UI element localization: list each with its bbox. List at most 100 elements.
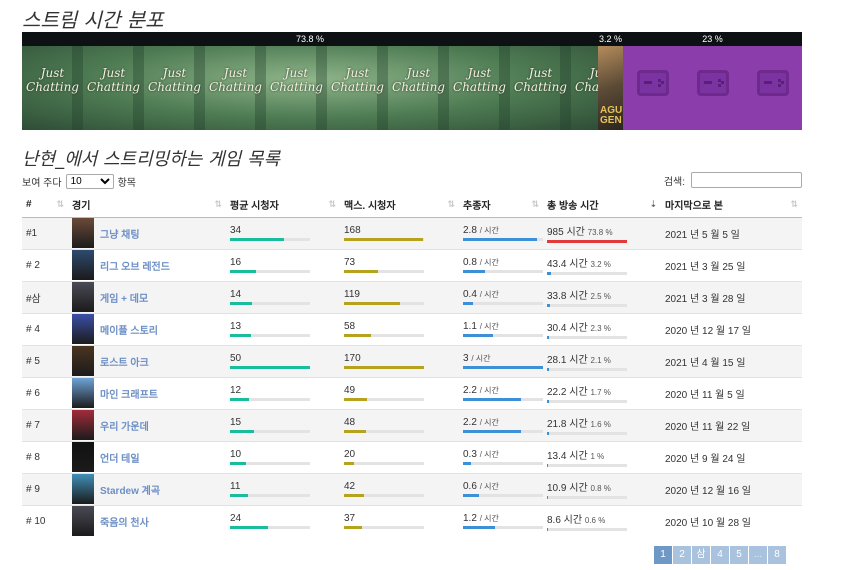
col-header-followers[interactable]: 추종자 ⇅ — [459, 193, 543, 218]
cell-value: 0.4 — [463, 289, 477, 300]
cell-value: 1.2 — [463, 513, 477, 525]
table-row: # 10 죽음의 천사 24 37 1.2 / 시간 8.6 시간 0.6 % 2020 년… — [22, 504, 802, 537]
game-link[interactable]: 우리 가운데 — [72, 410, 226, 440]
pagination-page-button[interactable]: 1 — [654, 546, 672, 564]
game-cell: 우리 가운데 — [68, 408, 226, 441]
table-row: # 5 로스트 아크 50 170 3 / 시간 28.1 시간 2.1 % 2021 년 … — [22, 344, 802, 377]
value-bar — [344, 366, 424, 369]
game-thumbnail[interactable] — [72, 346, 94, 376]
game-link[interactable]: 로스트 아크 — [72, 346, 226, 376]
value-bar — [547, 336, 627, 339]
game-cell: 메이플 스토리 — [68, 312, 226, 345]
value-bar-fill — [230, 430, 254, 433]
game-thumbnail[interactable] — [72, 410, 94, 440]
game-link[interactable]: 메이플 스토리 — [72, 314, 226, 344]
avg-viewers-cell: 16 — [226, 248, 340, 281]
game-name[interactable]: 로스트 아크 — [100, 354, 149, 369]
game-thumbnail[interactable] — [72, 506, 94, 537]
total-time-cell: 10.9 시간 0.8 % — [543, 472, 661, 505]
value-bar — [547, 400, 627, 403]
col-header-max-viewers[interactable]: 맥스. 시청자 ⇅ — [340, 193, 459, 218]
distribution-segment[interactable]: 3.2 % AGU GEN — [598, 32, 623, 130]
distribution-segment[interactable]: 23 % — [623, 32, 802, 130]
game-name[interactable]: 마인 크래프트 — [100, 386, 158, 401]
pagination-page-button[interactable]: 삼 — [692, 546, 710, 564]
game-name[interactable]: 죽음의 천사 — [100, 514, 149, 529]
game-thumbnail[interactable] — [72, 250, 94, 280]
game-thumbnail[interactable] — [72, 474, 94, 504]
game-link[interactable]: 리그 오브 레전드 — [72, 250, 226, 280]
game-link[interactable]: Stardew 계곡 — [72, 474, 226, 504]
just-chatting-tile: JustChatting — [87, 66, 140, 94]
cell-value-line: 10.9 시간 0.8 % — [547, 479, 661, 494]
col-header-game[interactable]: 경기 ⇅ — [68, 193, 226, 218]
cell-value: 24 — [230, 513, 242, 525]
distribution-segment[interactable]: 73.8 % Just Chatting Just Chatting Just Chatti… — [22, 32, 598, 130]
value-bar — [230, 398, 310, 401]
game-thumbnail[interactable] — [72, 218, 94, 248]
cell-value-line: 22.2 시간 1.7 % — [547, 383, 661, 398]
rank-cell: # 8 — [22, 440, 68, 473]
value-bar-fill — [463, 302, 474, 305]
game-thumbnail[interactable] — [72, 442, 94, 472]
game-name[interactable]: Stardew 계곡 — [100, 482, 160, 497]
pagination-page-button[interactable]: 5 — [730, 546, 748, 564]
game-name[interactable]: 리그 오브 레전드 — [100, 258, 170, 273]
cell-value-line: 16 — [230, 257, 340, 268]
pagination-page-button[interactable]: 4 — [711, 546, 729, 564]
cell-value: 21.8 시간 — [547, 419, 588, 430]
cell-value-line: 2.2 / 시간 — [463, 417, 543, 428]
value-bar — [463, 398, 543, 401]
avg-viewers-cell: 13 — [226, 312, 340, 345]
game-name[interactable]: 언더 테일 — [100, 450, 140, 465]
time-percent: 1.7 % — [590, 388, 611, 397]
value-bar-fill — [344, 462, 354, 465]
rank-cell: #삼 — [22, 280, 68, 313]
game-link[interactable]: 그냥 채팅 — [72, 218, 226, 248]
total-time-cell: 8.6 시간 0.6 % — [543, 504, 661, 537]
game-link[interactable]: 게임 + 데모 — [72, 282, 226, 312]
col-header-avg-viewers[interactable]: 평균 시청자 ⇅ — [226, 193, 340, 218]
game-cell: 리그 오브 레전드 — [68, 248, 226, 281]
game-link[interactable]: 마인 크래프트 — [72, 378, 226, 408]
table-row: # 9 Stardew 계곡 11 42 0.6 / 시간 10.9 시간 0.8 % 20… — [22, 472, 802, 505]
game-thumbnail[interactable] — [72, 314, 94, 344]
followers-cell: 3 / 시간 — [459, 344, 543, 377]
pagination-page-button[interactable]: 8 — [768, 546, 786, 564]
cell-value-line: 11 — [230, 481, 340, 492]
cell-value: 48 — [344, 417, 356, 428]
just-chatting-tile: JustChatting — [270, 66, 323, 94]
value-bar — [230, 366, 310, 369]
value-bar — [547, 304, 627, 307]
total-time-cell: 30.4 시간 2.3 % — [543, 312, 661, 345]
pagination-page-button[interactable]: 2 — [673, 546, 691, 564]
table-row: # 7 우리 가운데 15 48 2.2 / 시간 21.8 시간 1.6 % 2020 년… — [22, 408, 802, 441]
search-input[interactable] — [691, 172, 802, 188]
game-name[interactable]: 그냥 채팅 — [100, 226, 140, 241]
value-bar-fill — [547, 304, 551, 307]
game-link[interactable]: 죽음의 천사 — [72, 506, 226, 537]
col-header-last-seen[interactable]: 마지막으로 본 ⇅ — [661, 193, 802, 218]
cell-value: 10.9 시간 — [547, 483, 588, 494]
cell-value: 30.4 시간 — [547, 323, 588, 334]
avg-viewers-cell: 50 — [226, 344, 340, 377]
cell-value-line: 21.8 시간 1.6 % — [547, 415, 661, 430]
value-bar-fill — [344, 238, 424, 241]
col-header-total-time[interactable]: 총 방송 시간 ⇣ — [543, 193, 661, 218]
just-chatting-tile: JustChatting — [331, 66, 384, 94]
game-thumbnail[interactable] — [72, 282, 94, 312]
game-thumbnail[interactable] — [72, 378, 94, 408]
value-bar — [344, 398, 424, 401]
length-prefix-label: 보여 주다 — [22, 178, 62, 189]
value-bar-fill — [344, 334, 372, 337]
cell-value-line: 8.6 시간 0.6 % — [547, 511, 661, 526]
game-name[interactable]: 게임 + 데모 — [100, 290, 148, 305]
search-control: 검색: — [664, 172, 802, 188]
table-row: # 2 리그 오브 레전드 16 73 0.8 / 시간 43.4 시간 3.2 % 202… — [22, 248, 802, 281]
game-name[interactable]: 우리 가운데 — [100, 418, 149, 433]
game-link[interactable]: 언더 테일 — [72, 442, 226, 472]
entries-select[interactable]: 10 — [65, 174, 114, 189]
col-header-rank[interactable]: # ⇅ — [22, 193, 68, 218]
game-name[interactable]: 메이플 스토리 — [100, 322, 158, 337]
rank-cell: # 4 — [22, 312, 68, 345]
